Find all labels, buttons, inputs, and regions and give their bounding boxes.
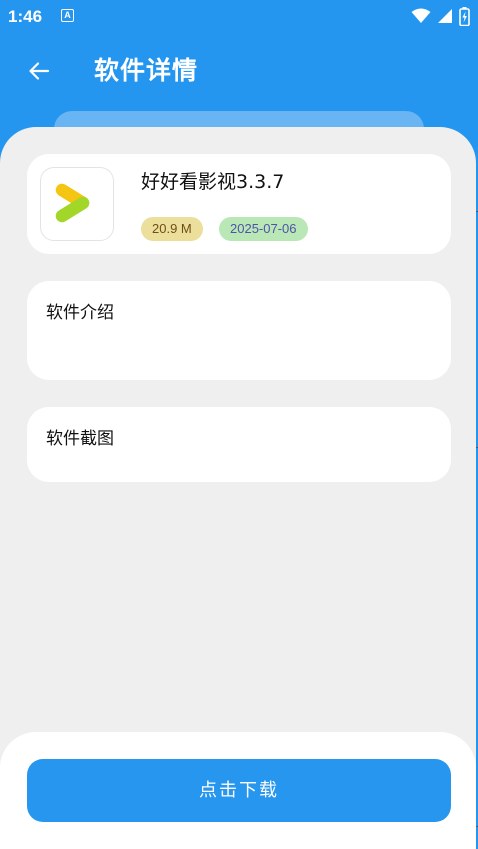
intro-title: 软件介绍 <box>46 303 114 323</box>
battery-charging-icon <box>459 6 470 26</box>
notification-app-icon: A <box>61 9 74 22</box>
screenshots-title: 软件截图 <box>46 429 114 449</box>
status-time: 1:46 <box>8 7 43 26</box>
app-logo <box>40 167 114 241</box>
play-logo-icon <box>55 183 90 223</box>
app-bar: 软件详情 <box>0 34 478 110</box>
download-button[interactable]: 点击下载 <box>27 759 451 822</box>
app-info-card: 好好看影视3.3.7 20.9 M 2025-07-06 <box>27 154 451 254</box>
arrow-left-icon <box>29 62 50 80</box>
page-title: 软件详情 <box>94 56 199 85</box>
status-icons <box>411 6 470 26</box>
screenshots-card: 软件截图 <box>27 407 451 482</box>
date-badge: 2025-07-06 <box>219 217 308 241</box>
app-name: 好好看影视3.3.7 <box>141 171 285 193</box>
intro-card: 软件介绍 <box>27 281 451 380</box>
status-bar: 1:46 A <box>0 0 478 34</box>
back-button[interactable] <box>22 54 56 88</box>
size-badge: 20.9 M <box>141 217 203 241</box>
signal-icon <box>438 9 452 23</box>
wifi-icon <box>411 8 431 23</box>
